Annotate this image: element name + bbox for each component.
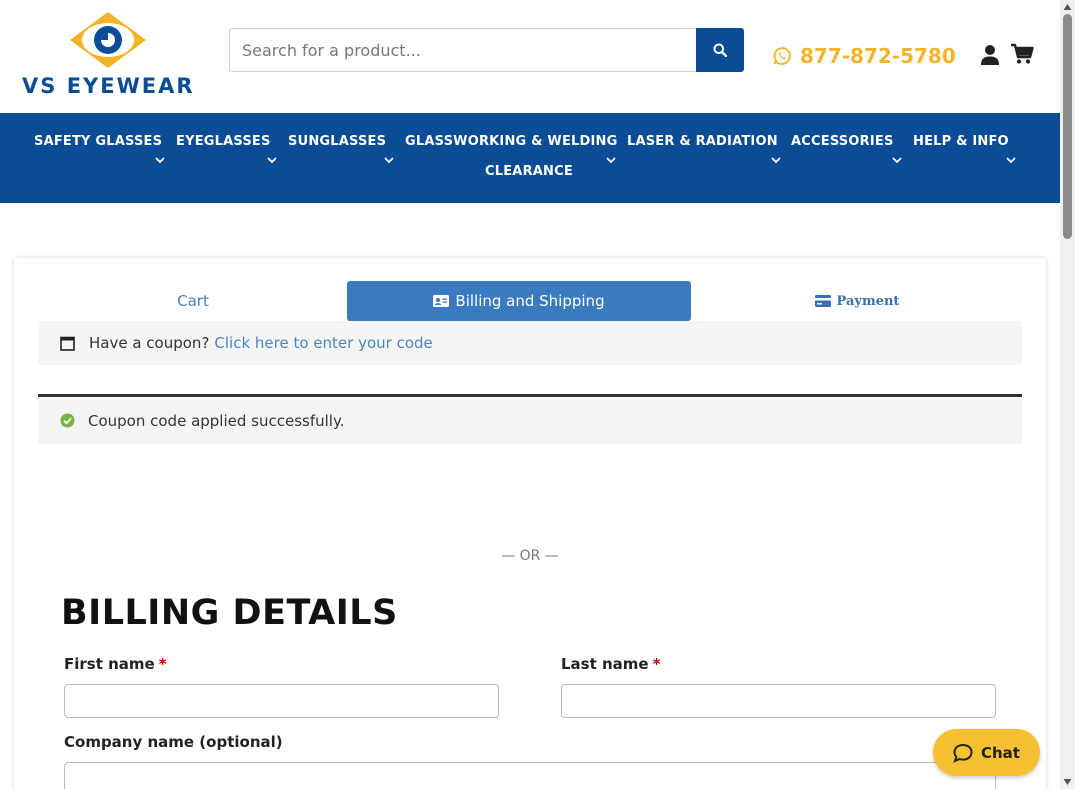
- last-name-label: Last name *: [561, 655, 660, 673]
- cart-icon: [1011, 43, 1034, 64]
- first-name-label: First name *: [64, 655, 167, 673]
- nav-item-accessories[interactable]: ACCESSORIES: [791, 134, 894, 149]
- success-notice: Coupon code applied successfully.: [38, 397, 1022, 444]
- success-message: Coupon code applied successfully.: [88, 411, 345, 430]
- nav-label: SUNGLASSES: [288, 134, 387, 149]
- scroll-up-arrow-icon[interactable]: [1063, 3, 1072, 11]
- phone-number: 877-872-5780: [800, 44, 956, 68]
- company-name-label: Company name (optional): [64, 733, 283, 751]
- scroll-down-arrow-icon[interactable]: [1063, 778, 1072, 786]
- step-label: Billing and Shipping: [455, 292, 605, 310]
- coupon-prompt: Have a coupon?: [89, 334, 210, 352]
- chevron-down-icon[interactable]: [1006, 157, 1016, 164]
- company-name-field[interactable]: [64, 762, 996, 789]
- main-nav: SAFETY GLASSES EYEGLASSES SUNGLASSES GLA…: [0, 113, 1060, 203]
- label-text: Company name (optional): [64, 733, 283, 751]
- id-card-icon: [433, 295, 450, 307]
- required-mark: *: [158, 655, 167, 673]
- step-label: Payment: [836, 293, 900, 309]
- nav-item-clearance[interactable]: CLEARANCE: [485, 164, 573, 179]
- first-name-field[interactable]: [64, 684, 499, 718]
- scrollbar[interactable]: [1060, 0, 1075, 789]
- chat-label: Chat: [981, 743, 1020, 762]
- step-cart[interactable]: Cart: [38, 281, 348, 321]
- nav-label: SAFETY GLASSES: [34, 134, 163, 149]
- nav-item-laser-radiation[interactable]: LASER & RADIATION: [627, 134, 778, 149]
- nav-label: GLASSWORKING & WELDING: [405, 134, 618, 149]
- nav-item-help-info[interactable]: HELP & INFO: [913, 134, 1009, 149]
- chevron-down-icon[interactable]: [384, 157, 394, 164]
- eye-logo-icon: [70, 12, 146, 68]
- phone-link[interactable]: 877-872-5780: [772, 42, 956, 70]
- site-header: VS EYEWEAR 877-872-5780: [0, 0, 1060, 113]
- site-logo[interactable]: VS EYEWEAR: [20, 10, 200, 100]
- cart-button[interactable]: [1010, 43, 1034, 65]
- logo-text: VS EYEWEAR: [22, 74, 195, 98]
- label-text: Last name: [561, 655, 649, 673]
- checkout-card: Cart Billing and Shipping Payment Have a…: [14, 258, 1046, 789]
- coupon-notice: Have a coupon? Click here to enter your …: [38, 321, 1022, 365]
- or-separator: — OR —: [501, 548, 559, 564]
- whatsapp-icon: [773, 47, 791, 65]
- step-billing-shipping[interactable]: Billing and Shipping: [347, 281, 691, 321]
- scroll-thumb[interactable]: [1063, 14, 1072, 239]
- coupon-link[interactable]: Click here to enter your code: [214, 334, 432, 352]
- page: VS EYEWEAR 877-872-5780: [0, 0, 1075, 789]
- last-name-field[interactable]: [561, 684, 996, 718]
- search-icon: [713, 43, 727, 57]
- chevron-down-icon[interactable]: [155, 157, 165, 164]
- label-text: First name: [64, 655, 155, 673]
- nav-label: EYEGLASSES: [176, 134, 271, 149]
- chat-button[interactable]: Chat: [933, 729, 1040, 776]
- step-label: Cart: [177, 292, 209, 310]
- required-mark: *: [652, 655, 661, 673]
- search-input[interactable]: [230, 29, 697, 71]
- account-button[interactable]: [980, 44, 1000, 66]
- billing-title: BILLING DETAILS: [61, 593, 398, 633]
- chevron-down-icon[interactable]: [771, 157, 781, 164]
- chevron-down-icon[interactable]: [267, 157, 277, 164]
- user-icon: [981, 45, 999, 65]
- nav-label: LASER & RADIATION: [627, 134, 778, 149]
- nav-item-glassworking-welding[interactable]: GLASSWORKING & WELDING: [405, 134, 618, 149]
- nav-label: ACCESSORIES: [791, 134, 894, 149]
- nav-label: CLEARANCE: [485, 164, 573, 179]
- nav-item-sunglasses[interactable]: SUNGLASSES: [288, 134, 386, 149]
- check-circle-icon: [60, 413, 75, 428]
- chat-bubble-icon: [953, 743, 973, 763]
- calendar-icon: [60, 336, 75, 351]
- chevron-down-icon[interactable]: [606, 157, 616, 164]
- chevron-down-icon[interactable]: [892, 157, 902, 164]
- nav-label: HELP & INFO: [913, 134, 1009, 149]
- search-bar: [229, 28, 744, 72]
- nav-item-eyeglasses[interactable]: EYEGLASSES: [176, 134, 271, 149]
- nav-item-safety-glasses[interactable]: SAFETY GLASSES: [34, 134, 162, 149]
- step-payment[interactable]: Payment: [690, 281, 1024, 321]
- search-button[interactable]: [696, 28, 744, 72]
- credit-card-icon: [814, 295, 831, 307]
